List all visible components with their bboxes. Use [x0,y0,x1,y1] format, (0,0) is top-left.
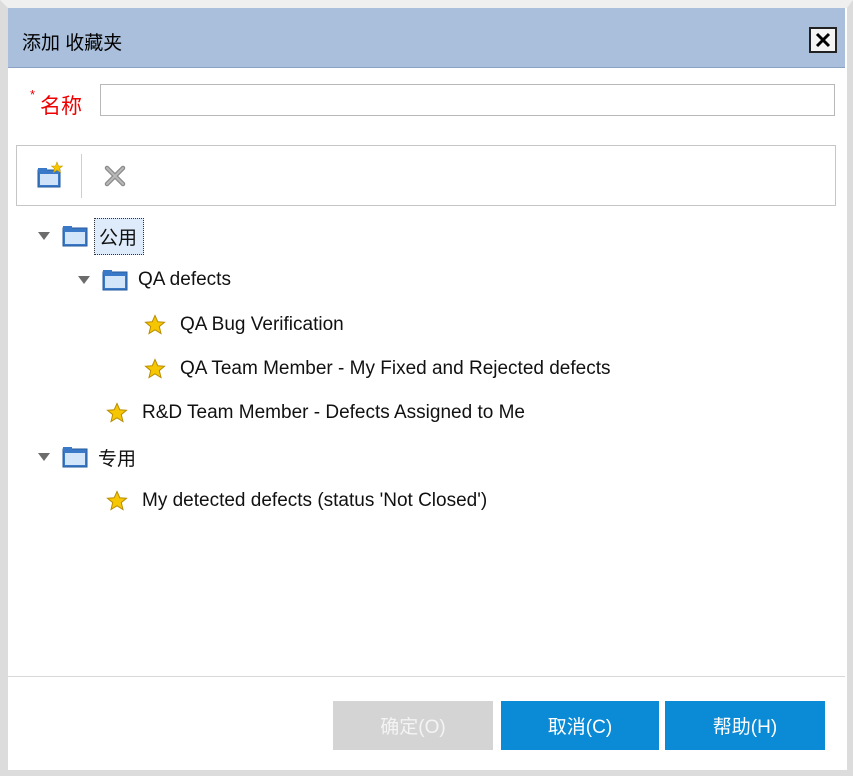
tree-item-favorite[interactable]: My detected defects (status 'Not Closed'… [106,483,487,519]
toolbar [16,145,836,206]
tree-item-label: QA Team Member - My Fixed and Rejected d… [180,358,611,379]
tree-item-favorite[interactable]: QA Bug Verification [144,307,344,343]
star-icon [144,358,166,379]
name-input[interactable] [100,84,835,116]
tree-node-qa-defects[interactable]: QA defects [78,262,231,298]
tree-item-label: My detected defects (status 'Not Closed'… [142,490,488,511]
ok-button[interactable]: 确定(O) [333,701,493,750]
close-button[interactable] [809,27,837,53]
toolbar-separator [81,154,82,198]
name-label: 名称 [40,95,82,118]
star-icon [144,314,166,335]
expand-arrow-icon[interactable] [78,276,90,284]
tree-item-favorite[interactable]: R&D Team Member - Defects Assigned to Me [106,395,525,431]
name-row: * 名称 [8,80,845,120]
close-icon [815,32,831,48]
new-folder-icon [37,161,64,188]
folder-icon [62,226,88,247]
help-button[interactable]: 帮助(H) [665,701,825,750]
tree-node-public[interactable]: 公用 [38,217,145,255]
tree-item-label: QA Bug Verification [180,314,344,335]
new-folder-button[interactable] [35,160,67,192]
folder-icon [102,270,128,291]
tree-label-public: 公用 [94,217,145,255]
star-icon [106,402,128,423]
folder-icon [62,447,88,468]
footer-divider [8,676,845,677]
dialog-titlebar: 添加 收藏夹 [8,8,845,68]
favorites-tree: 公用 QA defects QA Bug Verification QA Tea… [16,208,836,676]
tree-label-qa-defects: QA defects [138,269,231,290]
delete-icon [104,165,126,187]
tree-label-private: 专用 [98,448,137,470]
expand-arrow-icon[interactable] [38,453,50,461]
tree-node-private[interactable]: 专用 [38,439,136,475]
delete-button[interactable] [99,160,131,192]
dialog-title: 添加 收藏夹 [22,33,123,54]
cancel-button[interactable]: 取消(C) [501,701,659,750]
tree-item-label: R&D Team Member - Defects Assigned to Me [142,402,525,423]
tree-item-favorite[interactable]: QA Team Member - My Fixed and Rejected d… [144,351,611,387]
expand-arrow-icon[interactable] [38,232,50,240]
star-icon [106,490,128,511]
required-mark: * [30,87,36,102]
